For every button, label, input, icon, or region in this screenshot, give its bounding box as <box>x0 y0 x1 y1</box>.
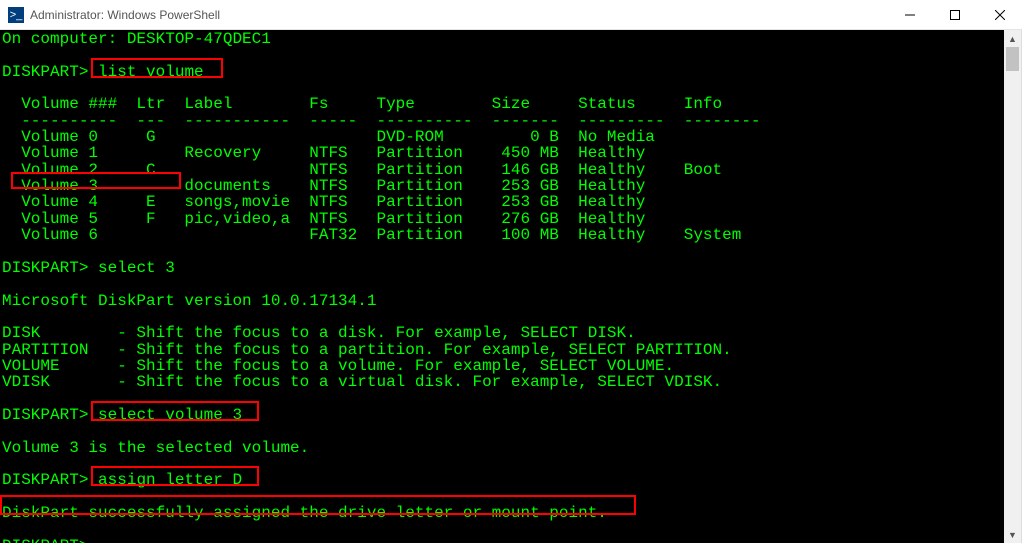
table-header: Volume ### Ltr Label Fs Type Size Status… <box>2 96 1002 112</box>
table-row: Volume 4 E songs,movie NTFS Partition 25… <box>2 194 1002 210</box>
table-row: Volume 6 FAT32 Partition 100 MB Healthy … <box>2 227 1002 243</box>
vertical-scrollbar[interactable]: ▲ ▼ <box>1004 30 1021 543</box>
table-row: Volume 0 G DVD-ROM 0 B No Media <box>2 129 1002 145</box>
line-blank <box>2 391 1002 407</box>
line-cmd-list: DISKPART> list volume <box>2 64 1002 80</box>
line-blank <box>2 276 1002 292</box>
line-computer: On computer: DESKTOP-47QDEC1 <box>2 31 1002 47</box>
line-blank <box>2 243 1002 259</box>
line-success: DiskPart successfully assigned the drive… <box>2 505 1002 521</box>
table-row: Volume 1 Recovery NTFS Partition 450 MB … <box>2 145 1002 161</box>
help-disk: DISK - Shift the focus to a disk. For ex… <box>2 325 1002 341</box>
help-partition: PARTITION - Shift the focus to a partiti… <box>2 342 1002 358</box>
scroll-up-icon[interactable]: ▲ <box>1004 30 1021 47</box>
line-cmd-select3: DISKPART> select 3 <box>2 260 1002 276</box>
window-controls <box>887 0 1022 29</box>
help-vdisk: VDISK - Shift the focus to a virtual dis… <box>2 374 1002 390</box>
table-row: Volume 3 documents NTFS Partition 253 GB… <box>2 178 1002 194</box>
powershell-icon: >_ <box>8 7 24 23</box>
scrollbar-thumb[interactable] <box>1006 47 1019 71</box>
table-divider: ---------- --- ----------- ----- -------… <box>2 113 1002 129</box>
maximize-button[interactable] <box>932 0 977 29</box>
table-row: Volume 2 C NTFS Partition 146 GB Healthy… <box>2 162 1002 178</box>
window-titlebar: >_ Administrator: Windows PowerShell <box>0 0 1022 30</box>
line-cmd-assign: DISKPART> assign letter D <box>2 472 1002 488</box>
minimize-button[interactable] <box>887 0 932 29</box>
line-blank <box>2 521 1002 537</box>
line-version: Microsoft DiskPart version 10.0.17134.1 <box>2 293 1002 309</box>
help-volume: VOLUME - Shift the focus to a volume. Fo… <box>2 358 1002 374</box>
terminal-content[interactable]: On computer: DESKTOP-47QDEC1 DISKPART> l… <box>0 30 1004 543</box>
line-selected: Volume 3 is the selected volume. <box>2 440 1002 456</box>
line-blank <box>2 423 1002 439</box>
line-blank <box>2 309 1002 325</box>
line-prompt-empty: DISKPART> <box>2 538 1002 543</box>
table-row: Volume 5 F pic,video,a NTFS Partition 27… <box>2 211 1002 227</box>
line-blank <box>2 456 1002 472</box>
line-blank <box>2 47 1002 63</box>
line-cmd-selectvol: DISKPART> select volume 3 <box>2 407 1002 423</box>
close-button[interactable] <box>977 0 1022 29</box>
line-blank <box>2 489 1002 505</box>
line-blank <box>2 80 1002 96</box>
window-title: Administrator: Windows PowerShell <box>30 8 887 22</box>
scroll-down-icon[interactable]: ▼ <box>1004 526 1021 543</box>
terminal-area[interactable]: On computer: DESKTOP-47QDEC1 DISKPART> l… <box>0 30 1022 543</box>
